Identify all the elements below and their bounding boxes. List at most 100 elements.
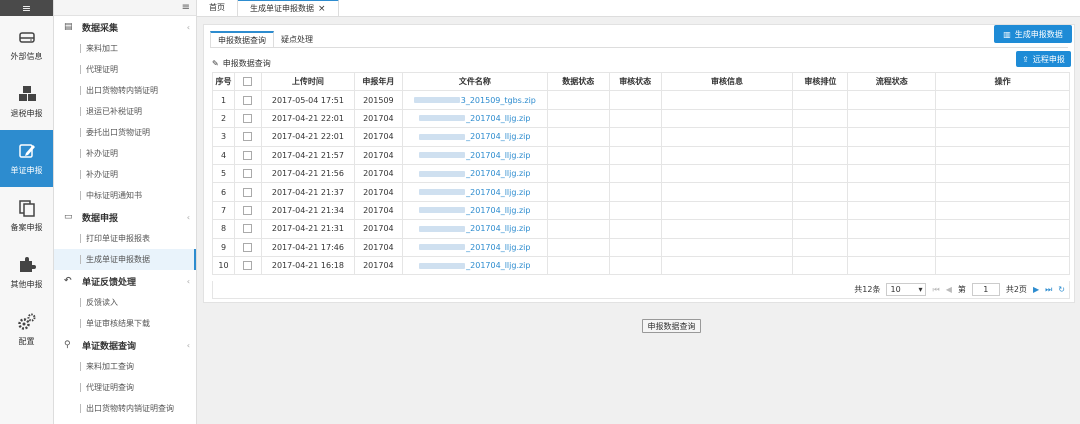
remote-declare-button[interactable]: ⇪ 远程申报 (1016, 51, 1071, 67)
menu-group-label: 数据申报 (82, 213, 119, 224)
row-checkbox[interactable] (233, 127, 262, 147)
menu-group-data-declare[interactable]: ▭ 数据申报 ‹ (54, 206, 196, 228)
last-page-icon[interactable]: ⏭ (1045, 285, 1052, 295)
rail-item-record-declare[interactable]: 备案申报 (0, 187, 53, 244)
menu-item[interactable]: 退运已补税证明 (54, 101, 196, 122)
menu-toggle-icon[interactable]: ≡ (0, 0, 53, 16)
tab-doubt-handling[interactable]: 疑点处理 (274, 31, 320, 47)
rail-item-config[interactable]: 配置 (0, 301, 53, 358)
column-header: 操作 (935, 71, 1070, 92)
rail-item-document-declare[interactable]: 单证申报 (0, 130, 53, 187)
file-link[interactable]: _201704_lljg.zip (401, 127, 548, 147)
file-link[interactable]: _201704_lljg.zip (401, 145, 548, 165)
caret-down-icon: ▾ (918, 285, 923, 294)
rail-item-tax-refund[interactable]: 退税申报 (0, 73, 53, 130)
file-link[interactable]: 3_201509_tgbs.zip (401, 90, 548, 110)
drive-icon (18, 32, 35, 43)
menu-collapse-icon[interactable]: ≡ (54, 0, 196, 16)
menu-item[interactable]: 反馈读入 (54, 292, 196, 313)
menu-item[interactable]: 委托出口货物证明 (54, 122, 196, 143)
search-icon: ⚲ (64, 340, 71, 350)
prev-page-icon[interactable]: ◀ (946, 285, 952, 294)
pagination: 共12条 10 ▾ ⏮ ◀ 第 1 共2页 ▶ ⏭ ↻ (212, 281, 1070, 299)
row-checkbox[interactable] (233, 163, 262, 184)
table-row: 3 2017-04-21 22:01 201704 _201704_lljg.zip (212, 127, 1070, 147)
menu-item[interactable]: 单证审核结果下载 (54, 313, 196, 334)
menu-group-data-collect[interactable]: ▤ 数据采集 ‹ (54, 16, 196, 38)
table-row: 5 2017-04-21 21:56 201704 _201704_lljg.zip (212, 163, 1070, 184)
row-checkbox[interactable] (233, 255, 262, 276)
menu-item[interactable]: 补办证明 (54, 143, 196, 164)
tab-generate-data[interactable]: 生成单证申报数据 × (238, 0, 339, 16)
menu-group-feedback[interactable]: ↶ 单证反馈处理 ‹ (54, 270, 196, 292)
menu-item[interactable]: 补办证明 (54, 164, 196, 185)
chevron-left-icon: ‹ (186, 276, 190, 286)
page-number-input[interactable]: 1 (971, 283, 1000, 296)
menu-item[interactable]: 中标证明通知书 (54, 185, 196, 206)
rail-item-external-info[interactable]: 外部信息 (0, 16, 53, 73)
row-checkbox[interactable] (233, 200, 262, 221)
file-link[interactable]: _201704_lljg.zip (401, 255, 548, 276)
menu-group-label: 单证反馈处理 (82, 277, 137, 288)
first-page-icon[interactable]: ⏮ (932, 285, 939, 295)
menu-item[interactable]: 出口货物转内销证明 (54, 80, 196, 101)
menu-group-query[interactable]: ⚲ 单证数据查询 ‹ (54, 334, 196, 356)
menu-item[interactable]: 代理证明 (54, 59, 196, 80)
row-checkbox[interactable] (233, 90, 262, 110)
edit-icon: ✎ (212, 59, 219, 68)
file-link[interactable]: _201704_lljg.zip (401, 182, 548, 202)
chevron-left-icon: ‹ (186, 212, 190, 222)
column-header: 申报年月 (353, 71, 403, 92)
row-checkbox[interactable] (233, 237, 262, 257)
chevron-left-icon: ‹ (186, 22, 190, 32)
main-panel: 申报数据查询 疑点处理 ▥ 生成申报数据 ⇪ 远程申报 ✎ 申报数据查询 序号 上传时… (203, 24, 1075, 303)
file-icon: ▤ (64, 22, 73, 32)
row-checkbox[interactable] (233, 182, 262, 202)
menu-item[interactable]: 打印单证申报报表 (54, 228, 196, 249)
page-size-select[interactable]: 10 ▾ (886, 283, 927, 296)
puzzle-icon (19, 257, 36, 272)
column-header: 数据状态 (546, 71, 610, 92)
generate-data-button[interactable]: ▥ 生成申报数据 (994, 25, 1072, 43)
rail-item-label: 备案申报 (10, 223, 43, 232)
menu-item[interactable]: 来料加工查询 (54, 356, 196, 377)
column-header: 审核排位 (792, 71, 849, 92)
rail-item-label: 其他申报 (10, 280, 43, 289)
rail-item-label: 外部信息 (10, 52, 43, 61)
file-link[interactable]: _201704_lljg.zip (401, 108, 548, 129)
column-header: 文件名称 (401, 71, 548, 92)
refresh-icon[interactable]: ↻ (1058, 285, 1065, 294)
row-checkbox[interactable] (233, 145, 262, 165)
menu-group-label: 数据采集 (82, 23, 119, 34)
menu-item[interactable]: 来料加工 (54, 38, 196, 59)
table-row: 4 2017-04-21 21:57 201704 _201704_lljg.zip (212, 145, 1070, 165)
menu-item[interactable]: 代理证明查询 (54, 377, 196, 398)
table-row: 7 2017-04-21 21:34 201704 _201704_lljg.zip (212, 200, 1070, 221)
tab-declare-query[interactable]: 申报数据查询 (210, 31, 274, 47)
table-row: 9 2017-04-21 17:46 201704 _201704_lljg.zip (212, 237, 1070, 257)
page-prefix: 第 (957, 285, 966, 294)
table-row: 2 2017-04-21 22:01 201704 _201704_lljg.zip (212, 108, 1070, 129)
select-all-checkbox[interactable] (233, 71, 262, 92)
gears-icon (17, 313, 35, 330)
menu-item-active[interactable]: 生成单证申报数据 (54, 249, 196, 270)
close-icon[interactable]: × (318, 4, 326, 14)
file-link[interactable]: _201704_lljg.zip (401, 237, 548, 257)
column-header: 序号 (212, 71, 235, 92)
rail-item-other-declare[interactable]: 其他申报 (0, 244, 53, 301)
total-count: 共12条 (854, 285, 881, 294)
row-checkbox[interactable] (233, 108, 262, 129)
table-row: 8 2017-04-21 21:31 201704 _201704_lljg.zip (212, 219, 1070, 239)
file-link[interactable]: _201704_lljg.zip (401, 219, 548, 239)
copy-icon (18, 200, 35, 217)
table-row: 10 2017-04-21 16:18 201704 _201704_lljg.zip (212, 255, 1070, 276)
declare-query-button[interactable]: 申报数据查询 (642, 319, 701, 333)
tab-home[interactable]: 首页 (197, 0, 238, 16)
row-checkbox[interactable] (233, 219, 262, 239)
file-link[interactable]: _201704_lljg.zip (401, 163, 548, 184)
menu-item[interactable]: 出口货物转内销证明查询 (54, 398, 196, 419)
table-row: 1 2017-05-04 17:51 201509 3_201509_tgbs.zip (212, 90, 1070, 110)
sub-tabs: 申报数据查询 疑点处理 (210, 31, 320, 47)
file-link[interactable]: _201704_lljg.zip (401, 200, 548, 221)
next-page-icon[interactable]: ▶ (1033, 285, 1039, 294)
